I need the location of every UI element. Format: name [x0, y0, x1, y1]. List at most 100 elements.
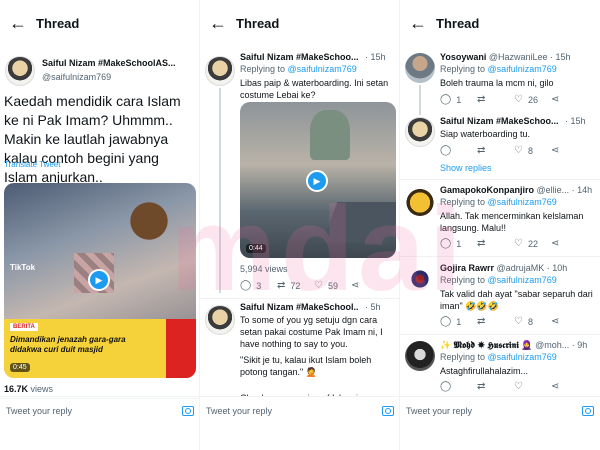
retweet-button[interactable]: ⇄: [477, 94, 514, 105]
play-icon[interactable]: ▶: [306, 170, 328, 192]
show-replies-link[interactable]: Show replies: [440, 163, 492, 173]
author-name[interactable]: Saiful Nizam #MakeSchoolAS...: [42, 58, 192, 68]
retweet-button[interactable]: ⇄: [477, 316, 514, 327]
tiktok-logo: TikTok: [10, 263, 36, 272]
heart-icon: ♡: [514, 238, 523, 249]
avatar[interactable]: [205, 305, 235, 335]
share-button[interactable]: ⋖: [551, 145, 588, 156]
retweet-button[interactable]: ⇄: [477, 145, 514, 156]
reply-button[interactable]: ◯ 1: [440, 316, 477, 327]
share-icon: ⋖: [551, 238, 560, 249]
reply-button[interactable]: ◯ 3: [240, 280, 277, 291]
camera-icon[interactable]: [582, 405, 594, 416]
like-button[interactable]: ♡ 59: [314, 280, 351, 291]
author-name[interactable]: Gojira Rawrr @adrujaMK · 10h: [440, 263, 567, 273]
author-name[interactable]: Saiful Nizam #MakeSchoo...: [240, 52, 358, 62]
reply-icon: ◯: [440, 145, 452, 156]
author-name[interactable]: ✨ 𝕸𝖔𝖍𝖉 ☀ 𝕳𝖚𝖘𝖈𝖗𝖎𝖓𝖎 🧕 @moh... · 9h: [440, 340, 587, 351]
author-name[interactable]: GamapokoKonpanjiro @ellie... · 14h: [440, 185, 592, 195]
video-player[interactable]: TikTok ▶ BERITA Dimandikan jenazah gara-…: [4, 183, 196, 378]
arrow-left-icon[interactable]: ←: [0, 13, 36, 34]
tweet-actions: ◯ 1 ⇄ ♡ 26 ⋖: [440, 94, 588, 105]
reply-icon: ◯: [240, 280, 252, 291]
avatar[interactable]: [405, 264, 435, 294]
retweet-icon: ⇄: [477, 381, 486, 392]
tweet-text: Allah. Tak mencerminkan kelslaman langsu…: [440, 211, 584, 233]
avatar[interactable]: [405, 117, 435, 147]
thread-panel-replies: ← Thread Saiful Nizam #MakeSchoo... · 15…: [200, 0, 400, 450]
like-button[interactable]: ♡ 8: [514, 145, 551, 156]
header: ← Thread: [0, 0, 200, 46]
tweet-text: Kaedah mendidik cara Islam ke ni Pak Ima…: [4, 93, 181, 185]
like-button[interactable]: ♡: [514, 381, 551, 392]
reply-composer[interactable]: Tweet your reply: [0, 396, 200, 424]
retweet-icon: ⇄: [477, 94, 486, 105]
like-button[interactable]: ♡ 26: [514, 94, 551, 105]
arrow-left-icon[interactable]: ←: [200, 13, 236, 34]
like-button[interactable]: ♡ 8: [514, 316, 551, 327]
author-handle[interactable]: @saifulnizam769: [42, 72, 111, 82]
author-name[interactable]: Yosoywani @HazwaniLee · 15h: [440, 52, 571, 62]
reply-composer[interactable]: Tweet your reply: [200, 396, 400, 424]
tweet-time: · 15h: [565, 116, 586, 126]
share-button[interactable]: ⋖: [551, 316, 588, 327]
camera-icon[interactable]: [182, 405, 194, 416]
author-name[interactable]: Saiful Nizam #MakeSchoo...: [440, 116, 558, 126]
thread-panel-comments: ← Thread Yosoywani @HazwaniLee · 15h Rep…: [400, 0, 600, 450]
tweet-text: Boleh trauma la mcm ni, gilo: [440, 78, 554, 88]
retweet-button[interactable]: ⇄: [477, 381, 514, 392]
retweet-button[interactable]: ⇄ 72: [277, 280, 314, 291]
replying-to: Replying to @saifulnizam769: [240, 64, 357, 74]
arrow-left-icon[interactable]: ←: [400, 13, 436, 34]
share-button[interactable]: ⋖: [551, 94, 588, 105]
play-icon[interactable]: ▶: [88, 269, 110, 291]
avatar[interactable]: [405, 53, 435, 83]
thread-connector: [219, 88, 221, 293]
author-name[interactable]: Saiful Nizam #MakeSchool...: [240, 302, 358, 312]
avatar[interactable]: [405, 341, 435, 371]
like-button[interactable]: ♡ 22: [514, 238, 551, 249]
video-duration: 0:45: [10, 363, 30, 372]
tweet-actions: ◯ 1 ⇄ ♡ 8 ⋖: [440, 316, 588, 327]
retweet-icon: ⇄: [277, 280, 286, 291]
share-icon: ⋖: [551, 316, 560, 327]
tweet-actions: ◯ ⇄ ♡ ⋖: [440, 381, 588, 392]
share-icon: ⋖: [351, 280, 360, 291]
heart-icon: ♡: [514, 316, 523, 327]
header: ← Thread: [200, 0, 400, 46]
share-button[interactable]: ⋖: [551, 381, 588, 392]
camera-icon[interactable]: [382, 405, 394, 416]
divider: [400, 179, 600, 180]
reply-button[interactable]: ◯ 1: [440, 238, 477, 249]
reply-icon: ◯: [440, 94, 452, 105]
heart-icon: ♡: [314, 280, 323, 291]
avatar[interactable]: [405, 186, 435, 216]
translate-link[interactable]: Translate Tweet: [4, 160, 60, 169]
tweet-text: Tak valid dah ayat "sabar separuh dari i…: [440, 289, 593, 311]
retweet-button[interactable]: ⇄: [477, 238, 514, 249]
avatar[interactable]: [5, 56, 35, 86]
reply-input[interactable]: Tweet your reply: [206, 406, 272, 416]
sticker-decoration: [114, 191, 184, 251]
divider: [200, 298, 400, 299]
reply-input[interactable]: Tweet your reply: [6, 406, 72, 416]
reply-icon: ◯: [440, 381, 452, 392]
video-player[interactable]: ▶ 0:44: [240, 102, 396, 258]
divider: [400, 334, 600, 335]
reply-composer[interactable]: Tweet your reply: [400, 396, 600, 424]
thread-panel-main: ← Thread Saiful Nizam #MakeSchoolAS... @…: [0, 0, 200, 450]
share-button[interactable]: ⋖: [551, 238, 588, 249]
share-icon: ⋖: [551, 145, 560, 156]
thread-connector: [419, 85, 421, 115]
news-caption: Dimandikan jenazah gara-gara didakwa cur…: [10, 335, 126, 354]
video-duration: 0:44: [246, 244, 266, 253]
avatar[interactable]: [205, 56, 235, 86]
share-button[interactable]: ⋖: [351, 280, 388, 291]
reply-button[interactable]: ◯: [440, 381, 477, 392]
reply-input[interactable]: Tweet your reply: [406, 406, 472, 416]
reply-button[interactable]: ◯ 1: [440, 94, 477, 105]
page-title: Thread: [236, 15, 280, 31]
reply-button[interactable]: ◯: [440, 145, 477, 156]
video-table: [322, 202, 396, 242]
tweet-text: Libas paip & waterboarding. Ini setan co…: [240, 78, 389, 100]
